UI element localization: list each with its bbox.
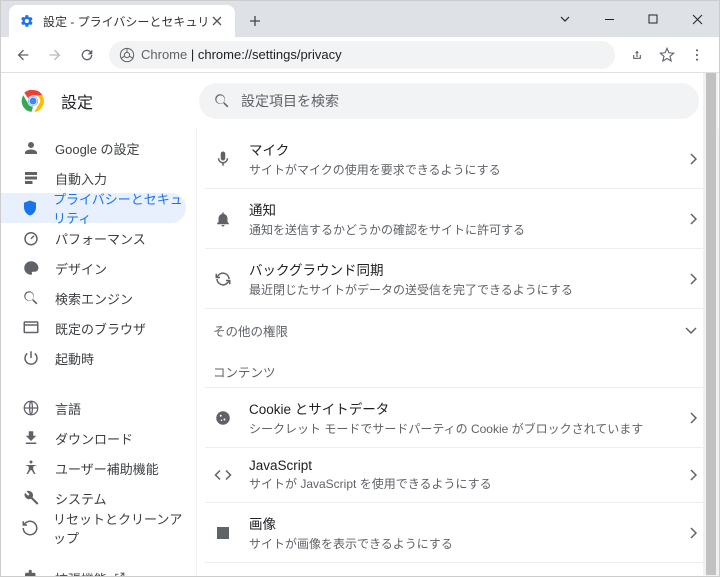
close-icon[interactable] [209, 13, 225, 29]
menu-icon[interactable] [683, 41, 711, 69]
sidebar-item-startup[interactable]: 起動時 [1, 343, 186, 373]
accessibility-icon [21, 459, 41, 477]
window-titlebar: 設定 - プライバシーとセキュリ [1, 1, 719, 37]
bell-icon [213, 210, 233, 228]
power-icon [21, 349, 41, 367]
chevron-right-icon [689, 213, 697, 225]
page-title: 設定 [61, 89, 93, 113]
sidebar-item-performance[interactable]: パフォーマンス [1, 223, 186, 253]
search-icon [21, 289, 41, 307]
nav-reload-button[interactable] [73, 41, 101, 69]
chrome-icon [119, 47, 135, 63]
expand-other-permissions[interactable]: その他の権限 [205, 308, 705, 352]
sidebar-item-accessibility[interactable]: ユーザー補助機能 [1, 453, 186, 483]
sidebar-item-privacy[interactable]: プライバシーとセキュリティ [1, 193, 186, 223]
sidebar-item-design[interactable]: デザイン [1, 253, 186, 283]
settings-header: 設定 設定項目を検索 [1, 73, 719, 129]
sidebar: Google の設定 自動入力 プライバシーとセキュリティ パフォーマンス デザ… [1, 129, 196, 576]
palette-icon [21, 259, 41, 277]
scrollbar-thumb[interactable] [706, 73, 716, 575]
chevron-down-icon [685, 327, 697, 335]
chrome-logo-icon [21, 89, 45, 113]
sidebar-item-google[interactable]: Google の設定 [1, 133, 186, 163]
chevron-right-icon [689, 469, 697, 481]
setting-row-microphone[interactable]: マイクサイトがマイクの使用を要求できるようにする [205, 129, 705, 188]
sidebar-item-extensions[interactable]: 拡張機能 [1, 563, 186, 576]
setting-row-background-sync[interactable]: バックグラウンド同期最近閉じたサイトがデータの送受信を完了できるようにする [205, 248, 705, 308]
setting-row-images[interactable]: 画像サイトが画像を表示できるようにする [205, 502, 705, 562]
sidebar-item-search-engine[interactable]: 検索エンジン [1, 283, 186, 313]
extension-icon [21, 569, 41, 576]
bookmark-icon[interactable] [653, 41, 681, 69]
restore-icon [21, 519, 39, 537]
setting-row-cookies[interactable]: Cookie とサイトデータシークレット モードでサードパーティの Cookie… [205, 387, 705, 447]
new-tab-button[interactable] [241, 7, 269, 35]
omnibox[interactable]: Chrome | chrome://settings/privacy [109, 41, 615, 69]
address-bar: Chrome | chrome://settings/privacy [1, 37, 719, 73]
shield-icon [21, 199, 39, 217]
search-icon [213, 92, 231, 110]
window-maximize-button[interactable] [631, 1, 675, 37]
autofill-icon [21, 169, 41, 187]
sidebar-item-download[interactable]: ダウンロード [1, 423, 186, 453]
browser-icon [21, 319, 41, 337]
share-icon[interactable] [623, 41, 651, 69]
sidebar-item-language[interactable]: 言語 [1, 393, 186, 423]
image-icon [213, 524, 233, 542]
main-panel: マイクサイトがマイクの使用を要求できるようにする 通知通知を送信するかどうかの確… [196, 129, 719, 576]
setting-row-javascript[interactable]: JavaScriptサイトが JavaScript を使用できるようにする [205, 447, 705, 502]
sidebar-item-default-browser[interactable]: 既定のブラウザ [1, 313, 186, 343]
globe-icon [21, 399, 41, 417]
chevron-right-icon [689, 273, 697, 285]
setting-row-notifications[interactable]: 通知通知を送信するかどうかの確認をサイトに許可する [205, 188, 705, 248]
chevron-right-icon [689, 412, 697, 424]
chevron-right-icon [689, 527, 697, 539]
tab-title: 設定 - プライバシーとセキュリ [43, 13, 209, 30]
chevron-right-icon [689, 153, 697, 165]
window-scrollbar[interactable] [703, 73, 718, 575]
code-icon [213, 466, 233, 484]
content-section-label: コンテンツ [205, 352, 705, 387]
omnibox-text: Chrome | chrome://settings/privacy [141, 47, 342, 62]
external-link-icon [113, 571, 127, 576]
window-close-button[interactable] [675, 1, 719, 37]
microphone-icon [213, 150, 233, 168]
search-placeholder: 設定項目を検索 [241, 91, 339, 111]
caret-down-icon[interactable] [543, 1, 587, 37]
browser-tab[interactable]: 設定 - プライバシーとセキュリ [9, 5, 235, 37]
sync-icon [213, 270, 233, 288]
nav-forward-button[interactable] [41, 41, 69, 69]
nav-back-button[interactable] [9, 41, 37, 69]
gear-icon [19, 13, 35, 29]
cookie-icon [213, 409, 233, 427]
download-icon [21, 429, 41, 447]
speed-icon [21, 229, 41, 247]
setting-row-popups[interactable]: ポップアップとリダイレクトサイトにポップアップの送信やリダイレクトの使用を許可し… [205, 562, 705, 576]
settings-search[interactable]: 設定項目を検索 [199, 83, 699, 119]
sidebar-item-reset[interactable]: リセットとクリーンアップ [1, 513, 186, 543]
person-icon [21, 139, 41, 157]
window-minimize-button[interactable] [587, 1, 631, 37]
wrench-icon [21, 489, 41, 507]
